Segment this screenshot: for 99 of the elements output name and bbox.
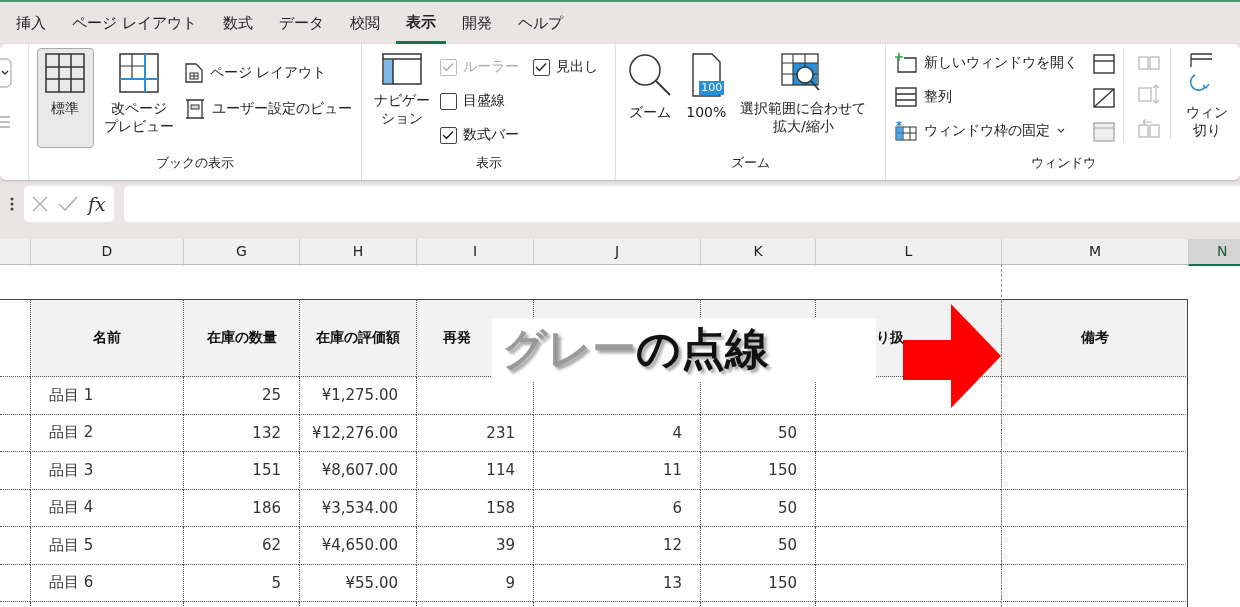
grid-icon bbox=[45, 53, 86, 93]
column-heading-cell: 名前 bbox=[30, 300, 183, 377]
table-cell: 品目 1 bbox=[30, 377, 183, 415]
stacked-panes-icon bbox=[895, 87, 917, 107]
freeze-panes-icon bbox=[895, 121, 917, 141]
table-cell: 品目 3 bbox=[30, 452, 183, 490]
check-icon[interactable] bbox=[58, 196, 78, 212]
grip-icon[interactable] bbox=[10, 197, 14, 211]
hide-window-icon[interactable] bbox=[1093, 88, 1115, 108]
custom-view-icon bbox=[184, 99, 205, 119]
checkbox-option[interactable]: 見出し bbox=[532, 50, 598, 84]
sync-scroll-icon[interactable] bbox=[1138, 84, 1160, 104]
ribbon-tab[interactable]: 開発 bbox=[451, 2, 502, 44]
checkbox[interactable] bbox=[439, 92, 457, 110]
page-layout-button[interactable]: ページ レイアウト bbox=[183, 62, 353, 84]
table-cell: 114 bbox=[416, 452, 533, 490]
table-cell: 5 bbox=[183, 564, 299, 602]
group-label: ウィンドウ bbox=[1029, 154, 1097, 172]
column-header[interactable]: L bbox=[815, 239, 1001, 266]
table-cell: 231 bbox=[416, 414, 533, 452]
column-header[interactable]: D bbox=[30, 239, 183, 266]
table-cell: 50 bbox=[700, 414, 815, 452]
table-cell: 50 bbox=[700, 527, 815, 565]
dropdown-caret-icon[interactable] bbox=[0, 58, 12, 88]
table-cell: 132 bbox=[183, 414, 299, 452]
table-cell: ¥55.00 bbox=[299, 564, 416, 602]
ribbon-tab[interactable]: ヘルプ bbox=[507, 2, 573, 44]
zoom-to-selection-button[interactable]: 選択範囲に合わせて 拡大/縮小 bbox=[736, 48, 871, 148]
column-header[interactable]: K bbox=[700, 239, 815, 266]
arrange-button[interactable]: 整列 bbox=[894, 86, 1079, 108]
table-cell: 186 bbox=[183, 489, 299, 527]
checkbox[interactable] bbox=[439, 126, 457, 144]
zoom-button[interactable]: ズーム bbox=[624, 48, 677, 148]
table-cell: 9 bbox=[416, 564, 533, 602]
table-cell: ¥8,607.00 bbox=[299, 452, 416, 490]
group-label: ズーム bbox=[730, 154, 772, 172]
zoom-100-button[interactable]: 100 100% bbox=[682, 48, 731, 148]
column-header[interactable]: G bbox=[183, 239, 299, 266]
table-cell: 4 bbox=[533, 414, 700, 452]
cancel-icon[interactable] bbox=[32, 196, 48, 212]
new-window-button[interactable]: 新しいウィンドウを開く bbox=[894, 52, 1079, 74]
insert-function-button[interactable]: fx bbox=[88, 193, 106, 215]
switch-window-button[interactable]: ウィン 切り bbox=[1177, 48, 1232, 148]
side-by-side-icon[interactable] bbox=[1138, 54, 1160, 70]
table-cell: 158 bbox=[416, 489, 533, 527]
custom-views-button[interactable]: ユーザー設定のビュー bbox=[183, 98, 353, 120]
group-label: ブックの表示 bbox=[154, 154, 235, 172]
ribbon-tab[interactable]: ページ レイアウト bbox=[62, 2, 207, 44]
table-cell: 品目 6 bbox=[30, 564, 183, 602]
table-cell: ¥12,276.00 bbox=[299, 414, 416, 452]
column-header[interactable]: J bbox=[533, 239, 700, 266]
unhide-window-icon[interactable] bbox=[1093, 122, 1115, 142]
normal-view-button[interactable]: 標準 bbox=[36, 48, 94, 148]
column-heading-cell: 備考 bbox=[1001, 300, 1188, 377]
table-cell: 50 bbox=[700, 489, 815, 527]
column-heading-cell: 在庫の数量 bbox=[183, 300, 299, 377]
table-cell: 品目 5 bbox=[30, 527, 183, 565]
lines-icon[interactable] bbox=[0, 116, 10, 128]
page-break-preview-button[interactable]: 改ページ プレビュー bbox=[99, 48, 178, 148]
table-cell: 151 bbox=[183, 452, 299, 490]
caret-icon bbox=[1057, 128, 1065, 134]
checkbox-option[interactable]: 数式バー bbox=[439, 118, 519, 152]
table-cell: ¥4,650.00 bbox=[299, 527, 416, 565]
table-cell: 13 bbox=[533, 564, 700, 602]
annotation-text: グレーの点線 bbox=[492, 318, 876, 381]
column-heading-cell: 在庫の評価額 bbox=[299, 300, 416, 377]
checkbox[interactable] bbox=[532, 58, 550, 76]
column-header[interactable]: I bbox=[416, 239, 533, 266]
arrow-icon bbox=[903, 304, 1003, 408]
reset-position-icon[interactable] bbox=[1138, 118, 1160, 138]
table-cell: ¥3,534.00 bbox=[299, 489, 416, 527]
table-cell: 62 bbox=[183, 527, 299, 565]
table-cell: ¥1,275.00 bbox=[299, 377, 416, 415]
table-cell: 150 bbox=[700, 564, 815, 602]
ribbon-tab[interactable]: データ bbox=[268, 2, 334, 44]
ribbon-tab[interactable]: 数式 bbox=[212, 2, 263, 44]
magnifier-icon bbox=[628, 53, 673, 97]
checkbox-option[interactable]: 目盛線 bbox=[439, 84, 519, 118]
formula-input-field[interactable] bbox=[123, 186, 1240, 222]
ribbon-tab[interactable]: 挿入 bbox=[6, 2, 56, 44]
ribbon-tab[interactable]: 校閲 bbox=[339, 2, 390, 44]
table-cell: 品目 2 bbox=[30, 414, 183, 452]
column-header[interactable]: H bbox=[299, 239, 416, 266]
column-header[interactable]: N bbox=[1188, 239, 1240, 266]
table-cell: 39 bbox=[416, 527, 533, 565]
group-label: 表示 bbox=[474, 154, 503, 172]
new-window-icon bbox=[895, 53, 917, 73]
table-cell: 25 bbox=[183, 377, 299, 415]
table-cell: 11 bbox=[533, 452, 700, 490]
navigation-button[interactable]: ナビゲー ション bbox=[369, 48, 434, 148]
freeze-panes-button[interactable]: ウィンドウ枠の固定 bbox=[894, 120, 1079, 142]
table-cell: 品目 4 bbox=[30, 489, 183, 527]
split-icon[interactable] bbox=[1093, 54, 1115, 74]
page-grid-icon bbox=[118, 53, 159, 93]
pane-icon bbox=[381, 53, 422, 85]
table-cell: 12 bbox=[533, 527, 700, 565]
table-cell: 150 bbox=[700, 452, 815, 490]
table-cell: 6 bbox=[533, 489, 700, 527]
page-icon bbox=[184, 63, 203, 83]
